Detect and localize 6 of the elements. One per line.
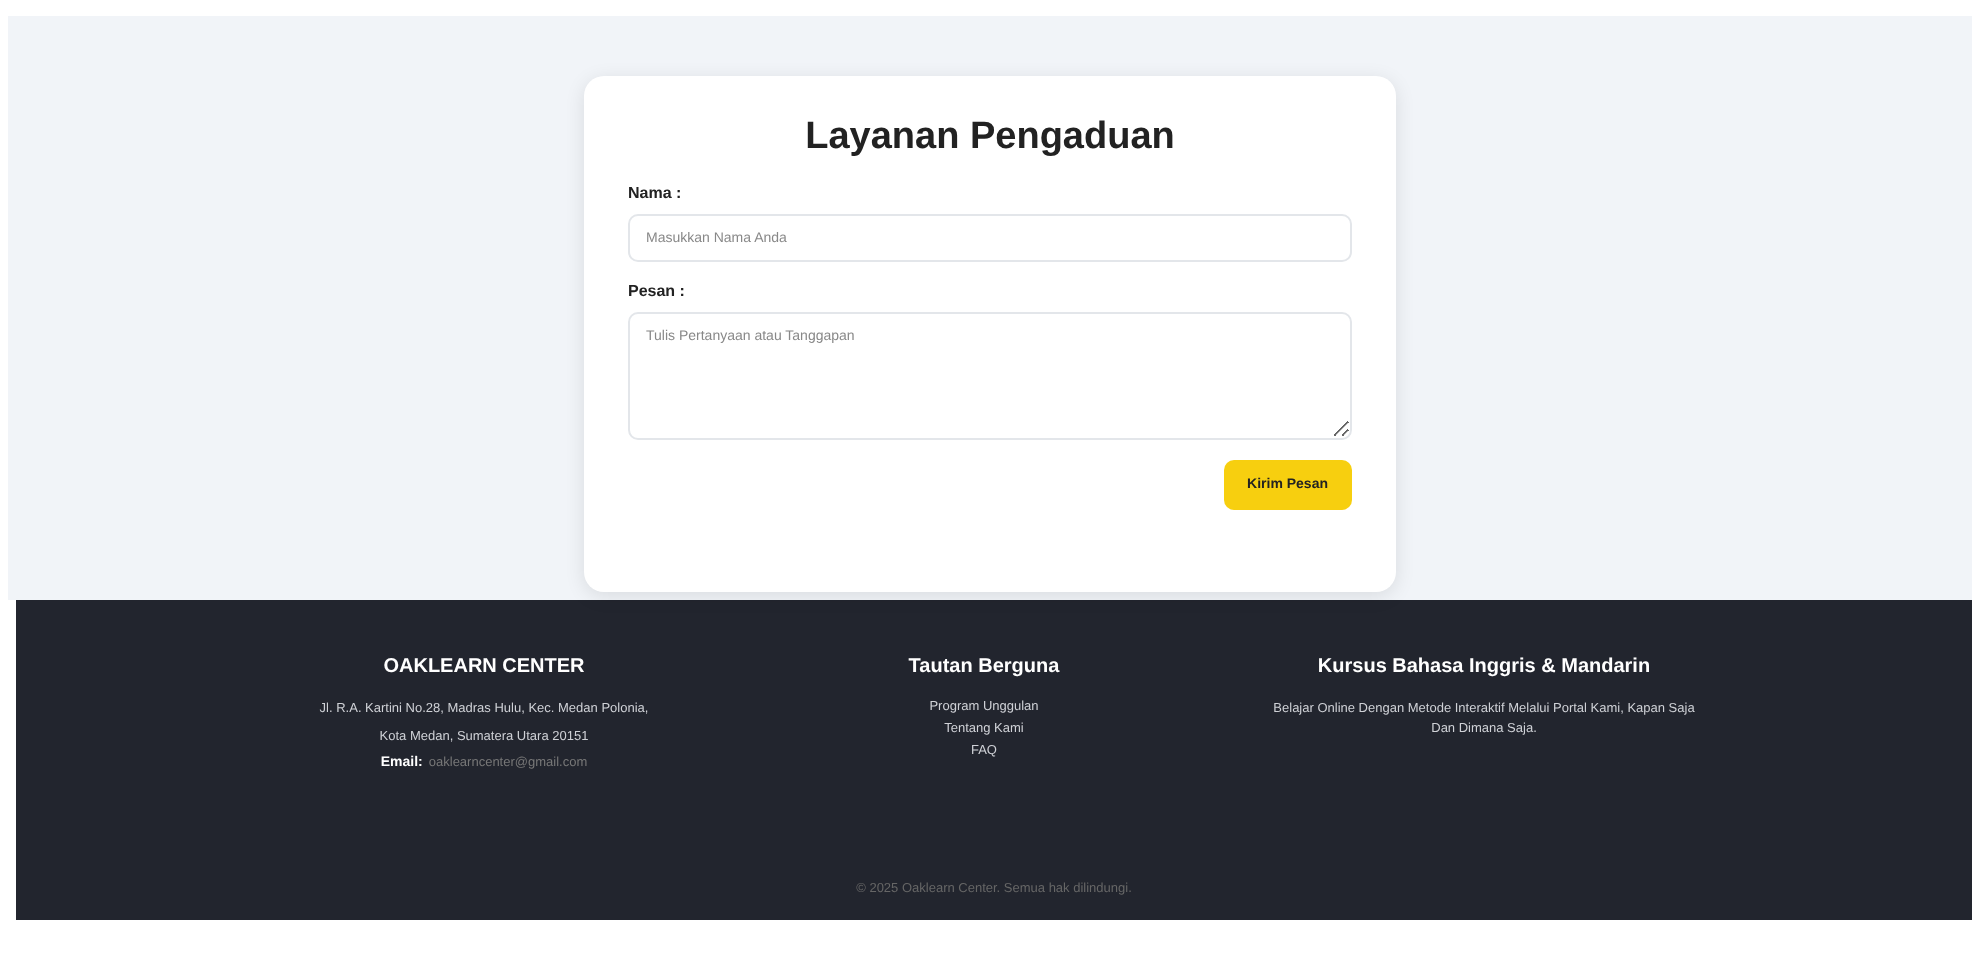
footer-heading: Tautan Berguna bbox=[908, 656, 1060, 678]
field-label: Nama : bbox=[628, 184, 682, 202]
form-title: Layanan Pengaduan bbox=[805, 116, 1175, 160]
footer-heading: Kursus Bahasa Inggris & Mandarin bbox=[1317, 656, 1651, 678]
footer-heading: OAKLEARN CENTER bbox=[383, 656, 585, 678]
field-label: Pesan : bbox=[628, 282, 685, 300]
